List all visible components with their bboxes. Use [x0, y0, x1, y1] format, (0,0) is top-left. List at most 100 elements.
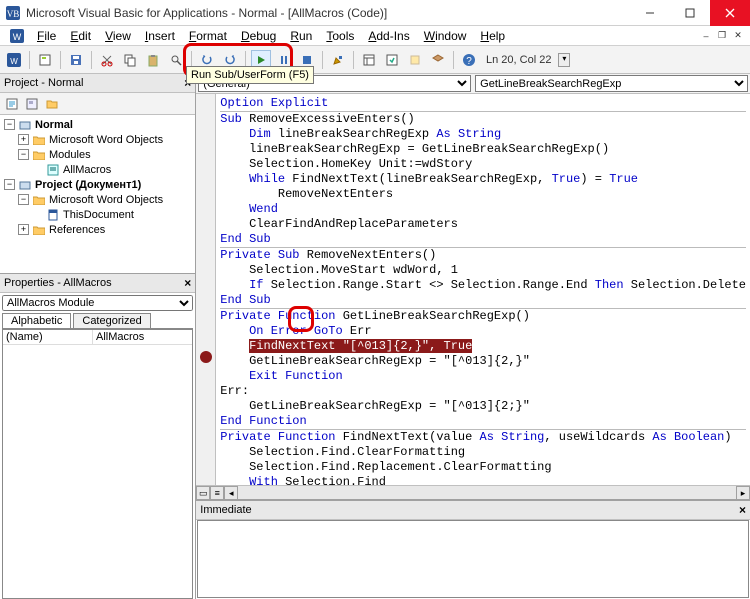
- menu-format[interactable]: Format: [182, 27, 234, 45]
- tab-categorized[interactable]: Categorized: [73, 313, 150, 328]
- view-word-button[interactable]: W: [4, 50, 24, 70]
- code-line[interactable]: Err:: [220, 384, 746, 399]
- code-line[interactable]: Dim lineBreakSearchRegExp As String: [220, 127, 746, 142]
- code-line[interactable]: While FindNextText(lineBreakSearchRegExp…: [220, 172, 746, 187]
- scroll-left-button[interactable]: ◂: [224, 486, 238, 500]
- find-button[interactable]: [166, 50, 186, 70]
- cut-button[interactable]: [97, 50, 117, 70]
- tab-alphabetic[interactable]: Alphabetic: [2, 313, 71, 328]
- code-line[interactable]: With Selection.Find: [220, 475, 746, 485]
- code-line[interactable]: GetLineBreakSearchRegExp = "[^013]{2;}": [220, 399, 746, 414]
- mdi-close[interactable]: ✕: [730, 29, 746, 43]
- tree-node-thisdocument[interactable]: ThisDocument: [4, 207, 191, 222]
- code-line[interactable]: Selection.HomeKey Unit:=wdStory: [220, 157, 746, 172]
- menu-run[interactable]: Run: [283, 27, 319, 45]
- tree-node-allmacros[interactable]: AllMacros: [4, 162, 191, 177]
- property-value[interactable]: AllMacros: [93, 330, 192, 344]
- properties-button[interactable]: [382, 50, 402, 70]
- menu-file[interactable]: File: [30, 27, 63, 45]
- titlebar: VB Microsoft Visual Basic for Applicatio…: [0, 0, 750, 26]
- code-line[interactable]: Private Function FindNextText(value As S…: [220, 430, 746, 445]
- help-button[interactable]: ?: [459, 50, 479, 70]
- menu-debug[interactable]: Debug: [234, 27, 283, 45]
- code-line[interactable]: Sub RemoveExcessiveEnters(): [220, 112, 746, 127]
- insert-module-button[interactable]: [35, 50, 55, 70]
- menu-edit[interactable]: Edit: [63, 27, 98, 45]
- procedure-dropdown[interactable]: GetLineBreakSearchRegExp: [475, 75, 748, 92]
- immediate-title: Immediate: [200, 504, 251, 516]
- tree-node-normal[interactable]: −Normal: [4, 117, 191, 132]
- code-line[interactable]: If Selection.Range.Start <> Selection.Ra…: [220, 278, 746, 293]
- immediate-window: Immediate ×: [196, 499, 750, 599]
- minimize-button[interactable]: [630, 0, 670, 26]
- code-line[interactable]: RemoveNextEnters: [220, 187, 746, 202]
- code-line[interactable]: Exit Function: [220, 369, 746, 384]
- properties-close[interactable]: ×: [184, 276, 191, 290]
- mdi-minimize[interactable]: –: [698, 29, 714, 43]
- menu-tools[interactable]: Tools: [319, 27, 361, 45]
- breakpoint-gutter[interactable]: [196, 94, 216, 485]
- immediate-header: Immediate ×: [196, 501, 750, 520]
- code-line[interactable]: Selection.MoveStart wdWord, 1: [220, 263, 746, 278]
- view-object-button[interactable]: [23, 95, 41, 113]
- word-icon: W: [9, 28, 25, 44]
- view-procedure-button[interactable]: ≡: [210, 486, 224, 500]
- code-line[interactable]: On Error GoTo Err: [220, 324, 746, 339]
- tree-node-project[interactable]: −Project (Документ1): [4, 177, 191, 192]
- horizontal-scrollbar[interactable]: ▭ ≡ ◂ ▸: [196, 485, 750, 499]
- code-line[interactable]: Selection.Find.Replacement.ClearFormatti…: [220, 460, 746, 475]
- view-code-button[interactable]: [3, 95, 21, 113]
- code-line[interactable]: End Function: [220, 414, 746, 429]
- toggle-folders-button[interactable]: [43, 95, 61, 113]
- scroll-track[interactable]: [238, 486, 736, 499]
- code-line[interactable]: FindNextText "[^013]{2,}", True: [220, 339, 746, 354]
- code-line[interactable]: End Sub: [220, 232, 746, 247]
- code-line[interactable]: Selection.Find.ClearFormatting: [220, 445, 746, 460]
- close-button[interactable]: [710, 0, 750, 26]
- project-tree[interactable]: −Normal +Microsoft Word Objects −Modules…: [0, 115, 195, 273]
- properties-grid[interactable]: (Name) AllMacros: [2, 329, 193, 599]
- code-line[interactable]: Private Sub RemoveNextEnters(): [220, 248, 746, 263]
- code-line[interactable]: GetLineBreakSearchRegExp = "[^013]{2,}": [220, 354, 746, 369]
- line-col-dropdown[interactable]: ▾: [558, 53, 570, 67]
- app-icon: VB: [5, 5, 21, 21]
- menu-add-ins[interactable]: Add-Ins: [361, 27, 416, 45]
- code-line[interactable]: lineBreakSearchRegExp = GetLineBreakSear…: [220, 142, 746, 157]
- breakpoint-icon[interactable]: [200, 351, 212, 363]
- code-line[interactable]: ClearFindAndReplaceParameters: [220, 217, 746, 232]
- code-line[interactable]: Private Function GetLineBreakSearchRegEx…: [220, 309, 746, 324]
- project-explorer-title: Project - Normal: [4, 77, 83, 89]
- properties-object-select[interactable]: AllMacros Module: [2, 295, 193, 311]
- menu-help[interactable]: Help: [473, 27, 512, 45]
- design-mode-button[interactable]: [328, 50, 348, 70]
- tree-node-references[interactable]: +References: [4, 222, 191, 237]
- code-line[interactable]: End Sub: [220, 293, 746, 308]
- menu-view[interactable]: View: [98, 27, 138, 45]
- tree-node-word-objects-2[interactable]: −Microsoft Word Objects: [4, 192, 191, 207]
- object-browser-button[interactable]: [405, 50, 425, 70]
- project-explorer-button[interactable]: [359, 50, 379, 70]
- toolbar: W ? Ln 20, Col 22 ▾: [0, 46, 750, 74]
- right-column: (General) GetLineBreakSearchRegExp Optio…: [196, 74, 750, 599]
- project-explorer-header: Project - Normal ×: [0, 74, 195, 93]
- menu-window[interactable]: Window: [417, 27, 474, 45]
- mdi-restore[interactable]: ❐: [714, 29, 730, 43]
- copy-button[interactable]: [120, 50, 140, 70]
- property-row[interactable]: (Name) AllMacros: [3, 330, 192, 345]
- paste-button[interactable]: [143, 50, 163, 70]
- menu-insert[interactable]: Insert: [138, 27, 182, 45]
- code-line[interactable]: Option Explicit: [220, 96, 746, 111]
- code-area: Option ExplicitSub RemoveExcessiveEnters…: [196, 94, 750, 485]
- view-full-module-button[interactable]: ▭: [196, 486, 210, 500]
- save-button[interactable]: [66, 50, 86, 70]
- maximize-button[interactable]: [670, 0, 710, 26]
- immediate-body[interactable]: [197, 520, 749, 598]
- tree-node-word-objects[interactable]: +Microsoft Word Objects: [4, 132, 191, 147]
- tree-node-modules[interactable]: −Modules: [4, 147, 191, 162]
- code-editor[interactable]: Option ExplicitSub RemoveExcessiveEnters…: [216, 94, 750, 485]
- mdi-controls: – ❐ ✕: [698, 29, 746, 43]
- scroll-right-button[interactable]: ▸: [736, 486, 750, 500]
- code-line[interactable]: Wend: [220, 202, 746, 217]
- toolbox-button[interactable]: [428, 50, 448, 70]
- immediate-close[interactable]: ×: [739, 503, 746, 517]
